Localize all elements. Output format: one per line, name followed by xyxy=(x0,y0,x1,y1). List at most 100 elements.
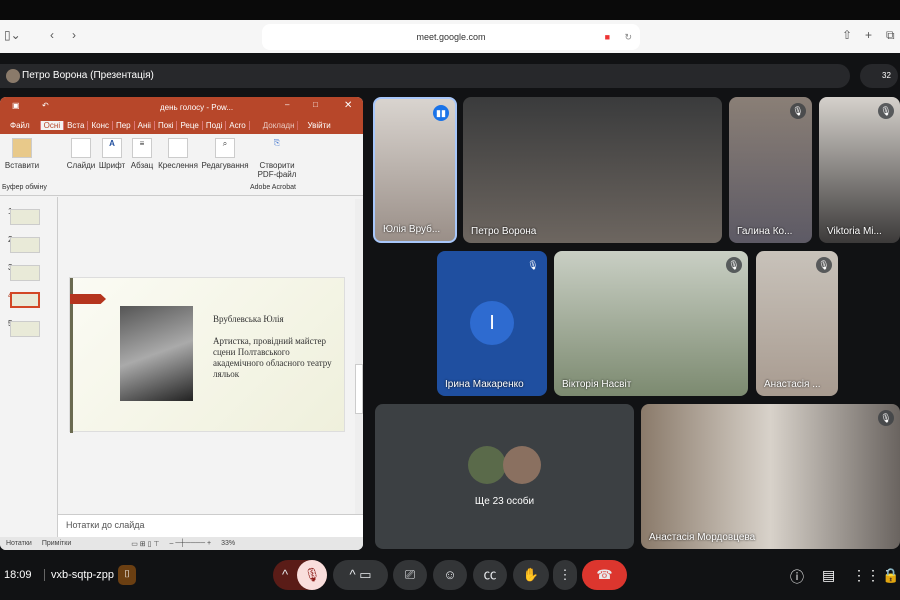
view-icons[interactable]: ▭ ⊞ ▯ ⊤ xyxy=(131,540,159,548)
clipboard-icon xyxy=(12,138,32,158)
browser-toolbar: ▯⌄ ‹ › meet.google.com ■ ↻ ⇧ + ⧉ xyxy=(0,20,900,53)
tab[interactable]: Поді xyxy=(203,121,227,130)
ribbon-tabs: Файл Осні Вста Конс Пер Аніі Покі Реце П… xyxy=(0,117,363,134)
participant-tile[interactable]: 🎙 І Ірина Макаренко xyxy=(437,251,547,396)
paragraph-button[interactable]: ≡ Абзац xyxy=(128,138,156,170)
tab[interactable]: Реце xyxy=(177,121,203,130)
create-pdf-button[interactable]: ⎘ Створити PDF-файл xyxy=(254,138,300,179)
tab[interactable]: Покі xyxy=(155,121,178,130)
pdf-icon: ⎘ xyxy=(273,138,281,147)
slide-name: Врублевська Юлія xyxy=(213,314,284,324)
tab[interactable]: Осні xyxy=(40,121,65,130)
slide-thumbnails: 1 2 3 4 5 xyxy=(0,197,58,537)
emoji-button[interactable]: ☺ xyxy=(433,560,467,590)
new-tab-icon[interactable]: + xyxy=(865,28,872,42)
more-participants-label: Ще 23 особи xyxy=(474,496,535,507)
avatar xyxy=(6,69,20,83)
tab[interactable]: Аніі xyxy=(135,121,155,130)
info-icon[interactable]: ⓘ xyxy=(790,567,804,587)
share-icon[interactable]: ⇧ xyxy=(842,28,852,42)
camera-icon: ■ xyxy=(604,32,610,42)
document-title: день голосу - Pow... xyxy=(160,103,234,112)
participant-name: Юлія Вруб... xyxy=(383,224,441,235)
host-lock-icon[interactable]: 🔒 xyxy=(882,567,899,584)
captions-button[interactable]: ㏄ xyxy=(473,560,507,590)
participant-name: Галина Ко... xyxy=(737,226,793,237)
title-bar: ▣ ↶ день голосу - Pow... – □ ✕ xyxy=(0,97,363,117)
participant-name: Ірина Макаренко xyxy=(445,379,524,390)
slide-thumbnail-selected[interactable] xyxy=(10,292,40,308)
present-button[interactable]: ⎚ xyxy=(393,560,427,590)
tab[interactable]: Файл xyxy=(0,121,41,130)
save-icon[interactable]: ▣ xyxy=(12,101,20,110)
camera-button[interactable]: ^ ▭ xyxy=(333,560,388,590)
sign-in[interactable]: Увійти xyxy=(304,121,333,130)
slide-thumbnail[interactable] xyxy=(10,237,40,253)
mic-off-icon: 🎙 xyxy=(878,410,894,426)
slides-button[interactable]: Слайди xyxy=(64,138,98,170)
address-bar[interactable]: meet.google.com ■ ↻ xyxy=(262,24,640,50)
participant-name: Анастасія ... xyxy=(764,379,821,390)
participant-name: Viktoria Mi... xyxy=(827,226,882,237)
tab[interactable]: Вста xyxy=(64,121,89,130)
participant-tile[interactable]: 🎙 Галина Ко... xyxy=(729,97,812,243)
participant-tile[interactable]: Петро Ворона xyxy=(463,97,722,243)
participants-button[interactable]: 32 xyxy=(860,64,898,88)
maximize-icon[interactable]: □ xyxy=(313,100,318,109)
minimize-icon[interactable]: – xyxy=(285,100,289,109)
slide-thumbnail[interactable] xyxy=(10,209,40,225)
scrollbar[interactable] xyxy=(355,199,363,514)
slide-thumbnail[interactable] xyxy=(10,265,40,281)
slide-description: Артистка, провідний майстер сцени Полтав… xyxy=(213,336,332,379)
mic-button[interactable]: ^ 🎙 xyxy=(273,560,327,590)
participant-tile[interactable]: 🎙 Анастасія ... xyxy=(756,251,838,396)
mic-off-icon: 🎙 xyxy=(527,260,539,270)
raise-hand-button[interactable]: ✋ xyxy=(513,560,549,590)
editing-button[interactable]: ⌕ Редагування xyxy=(200,138,250,170)
font-button[interactable]: A Шрифт xyxy=(97,138,127,170)
forward-icon[interactable]: › xyxy=(72,28,76,42)
notes-button[interactable]: Нотатки xyxy=(6,540,32,547)
sidebar-icon[interactable]: ▯⌄ xyxy=(4,28,21,42)
portrait-photo xyxy=(120,306,193,401)
chat-icon[interactable]: ▤ xyxy=(822,567,835,584)
slide-thumbnail[interactable] xyxy=(10,321,40,337)
notes-pane[interactable]: Нотатки до слайда xyxy=(58,514,363,538)
label: Креслення xyxy=(158,161,198,170)
label: Шрифт xyxy=(98,161,126,170)
more-participants-tile[interactable]: Ще 23 особи xyxy=(375,404,634,549)
meeting-code: vxb-sqtp-zpp xyxy=(44,569,114,581)
zoom-slider[interactable]: – ─┼──── + xyxy=(170,540,212,547)
close-icon[interactable]: ✕ xyxy=(344,100,352,111)
participant-tile[interactable]: 🎙 Анастасія Мордовцева xyxy=(641,404,900,549)
camera-icon: ▭ xyxy=(359,567,372,582)
align-icon: ≡ xyxy=(132,138,152,158)
participant-name: Анастасія Мордовцева xyxy=(649,532,756,543)
more-options-button[interactable]: ⋮ xyxy=(553,560,577,590)
search-icon: ⌕ xyxy=(215,138,235,158)
zoom-level: 33% xyxy=(221,540,236,547)
tabs-icon[interactable]: ⧉ xyxy=(886,28,895,43)
mic-off-icon: 🎙 xyxy=(790,103,806,119)
back-icon[interactable]: ‹ xyxy=(50,28,54,42)
host-controls-icon[interactable]: ⌷ xyxy=(118,565,136,585)
label: Слайди xyxy=(66,161,96,170)
tell-me[interactable]: Докладн xyxy=(260,121,299,130)
tab[interactable]: Acro xyxy=(226,121,250,130)
top-bar xyxy=(0,0,900,20)
participant-tile[interactable]: 🎙 Вікторія Насвіт xyxy=(554,251,748,396)
participant-name: Вікторія Насвіт xyxy=(562,379,632,390)
leave-call-button[interactable]: ☎ xyxy=(582,560,627,590)
tab[interactable]: Пер xyxy=(113,121,135,130)
tab[interactable]: Конс xyxy=(88,121,113,130)
drawing-button[interactable]: Креслення xyxy=(157,138,199,170)
reload-icon[interactable]: ↻ xyxy=(624,24,632,50)
status-bar: Нотатки Примітки ▭ ⊞ ▯ ⊤ – ─┼──── + 33% xyxy=(0,537,363,550)
participant-tile[interactable]: ▮▮ Юлія Вруб... xyxy=(373,97,457,243)
undo-icon[interactable]: ↶ xyxy=(42,101,49,110)
avatar: І xyxy=(470,301,514,345)
paste-button[interactable]: Вставити xyxy=(4,138,40,170)
shapes-icon xyxy=(168,138,188,158)
comments-button[interactable]: Примітки xyxy=(42,540,71,547)
participant-tile[interactable]: 🎙 Viktoria Mi... xyxy=(819,97,900,243)
